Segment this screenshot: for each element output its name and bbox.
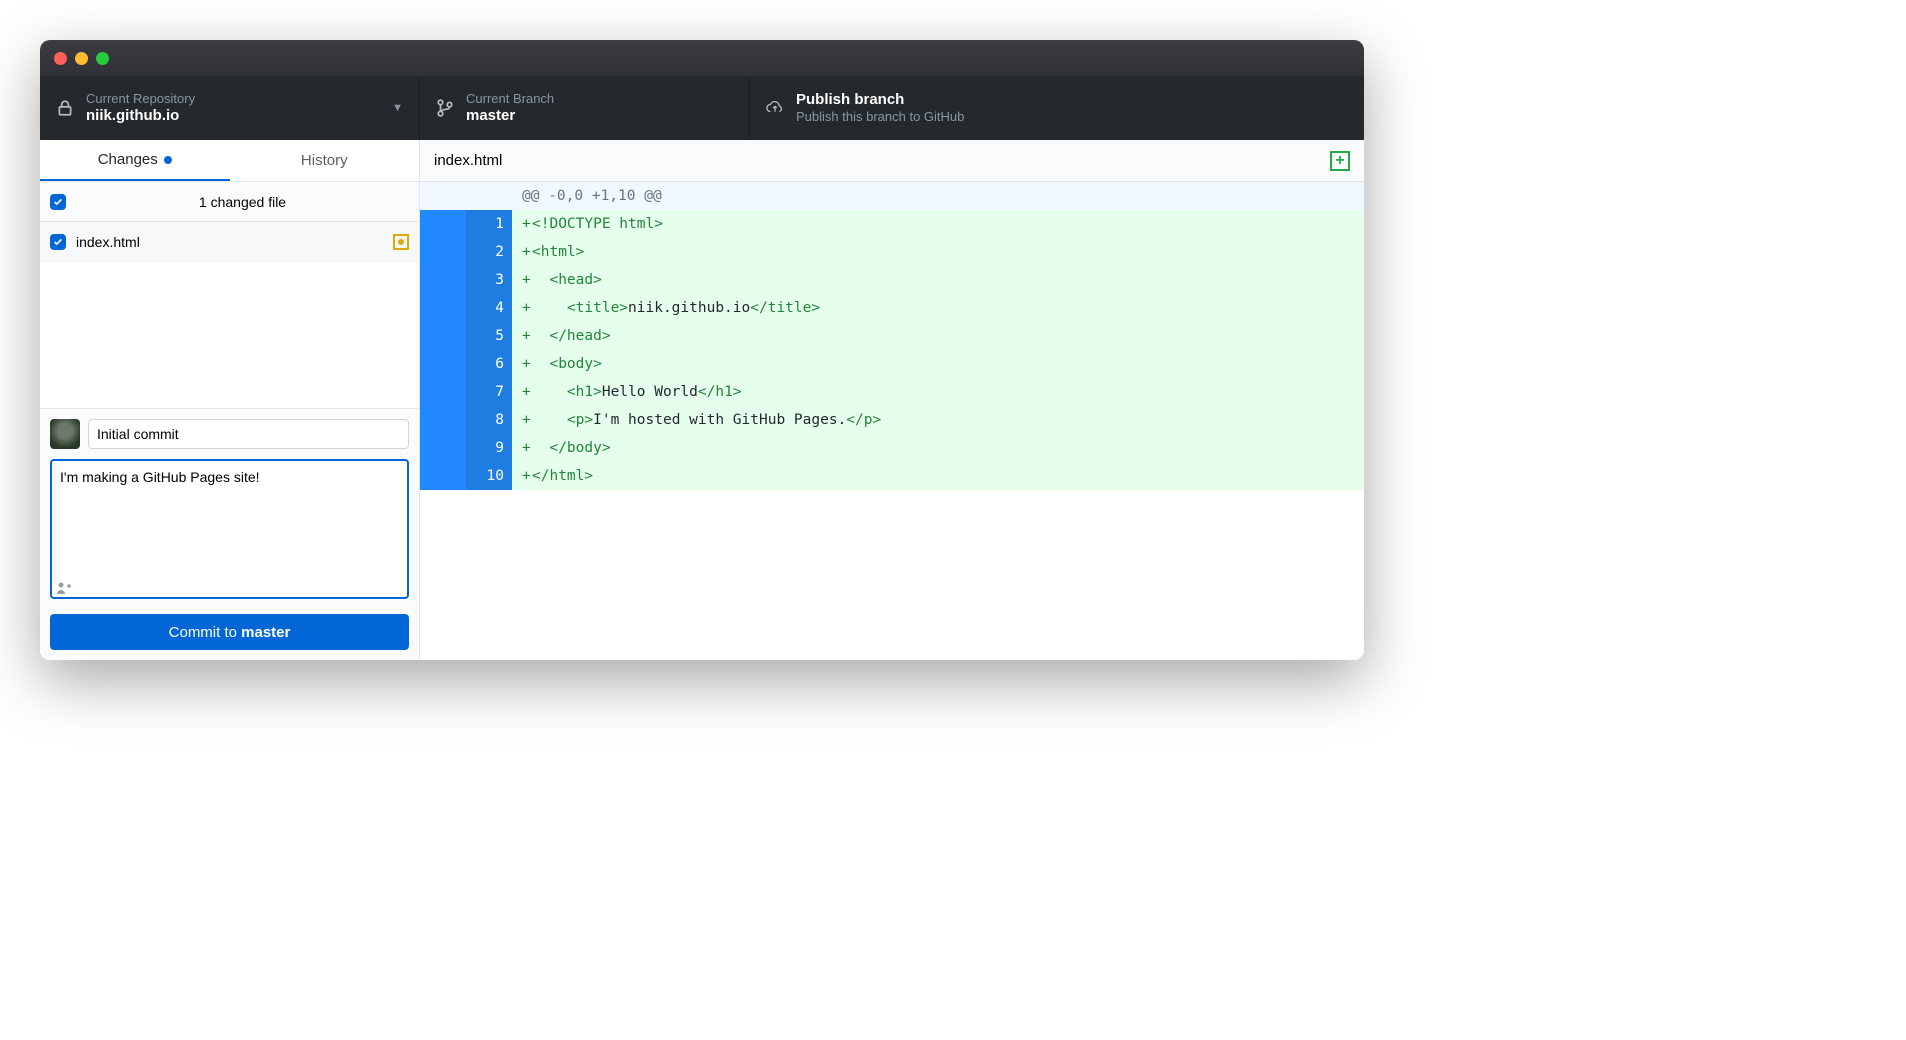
changes-indicator-dot [164,156,172,164]
git-branch-icon [436,99,454,117]
branch-value: master [466,107,554,126]
commit-summary-input[interactable] [88,419,409,449]
chevron-down-icon: ▼ [392,102,403,114]
expand-diff-button[interactable]: + [1330,151,1350,171]
publish-branch-button[interactable]: Publish branch Publish this branch to Gi… [750,76,1364,140]
diff-hunk-header: @@ -0,0 +1,10 @@ [420,182,1364,210]
publish-sublabel: Publish this branch to GitHub [796,109,964,125]
commit-form: Commit to master [40,408,419,660]
tab-changes-label: Changes [98,151,158,168]
diff-line-added: 3+ <head> [420,266,1364,294]
body: Changes History 1 changed file index.htm… [40,140,1364,660]
select-all-checkbox[interactable] [50,194,66,210]
minimize-window-button[interactable] [75,52,88,65]
file-row[interactable]: index.html [40,222,419,262]
add-coauthor-icon[interactable] [56,581,72,598]
tab-history[interactable]: History [230,140,420,181]
publish-label: Publish branch [796,91,964,110]
file-checkbox[interactable] [50,234,66,250]
diff-line-added: 7+ <h1>Hello World</h1> [420,378,1364,406]
maximize-window-button[interactable] [96,52,109,65]
diff-line-added: 2+<html> [420,238,1364,266]
commit-button[interactable]: Commit to master [50,614,409,650]
diff-line-added: 1+<!DOCTYPE html> [420,210,1364,238]
cloud-upload-icon [766,99,784,117]
diff-line-added: 8+ <p>I'm hosted with GitHub Pages.</p> [420,406,1364,434]
diff-line-added: 6+ <body> [420,350,1364,378]
sidebar: Changes History 1 changed file index.htm… [40,140,420,660]
diff-line-added: 5+ </head> [420,322,1364,350]
commit-button-branch: master [241,624,290,641]
branch-selector[interactable]: Current Branch master [420,76,750,140]
file-status-modified-icon [393,234,409,250]
close-window-button[interactable] [54,52,67,65]
sidebar-tabs: Changes History [40,140,419,182]
commit-description-input[interactable] [50,459,409,599]
diff-file-header: index.html + [420,140,1364,182]
lock-icon [56,99,74,117]
repo-label: Current Repository [86,91,195,107]
files-count-label: 1 changed file [76,194,409,210]
repo-selector[interactable]: Current Repository niik.github.io ▼ [40,76,420,140]
toolbar: Current Repository niik.github.io ▼ Curr… [40,76,1364,140]
diff-line-added: 9+ </body> [420,434,1364,462]
avatar [50,419,80,449]
diff-view[interactable]: @@ -0,0 +1,10 @@1+<!DOCTYPE html>2+<html… [420,182,1364,660]
files-header: 1 changed file [40,182,419,222]
diff-file-name: index.html [434,152,502,169]
app-window: Current Repository niik.github.io ▼ Curr… [40,40,1364,660]
tab-history-label: History [301,152,348,169]
diff-line-added: 4+ <title>niik.github.io</title> [420,294,1364,322]
commit-button-prefix: Commit to [169,624,242,641]
branch-label: Current Branch [466,91,554,107]
diff-line-added: 10+</html> [420,462,1364,490]
tab-changes[interactable]: Changes [40,140,230,181]
file-name: index.html [76,234,140,250]
diff-panel: index.html + @@ -0,0 +1,10 @@1+<!DOCTYPE… [420,140,1364,660]
titlebar [40,40,1364,76]
repo-value: niik.github.io [86,107,195,126]
files-list: index.html [40,222,419,408]
